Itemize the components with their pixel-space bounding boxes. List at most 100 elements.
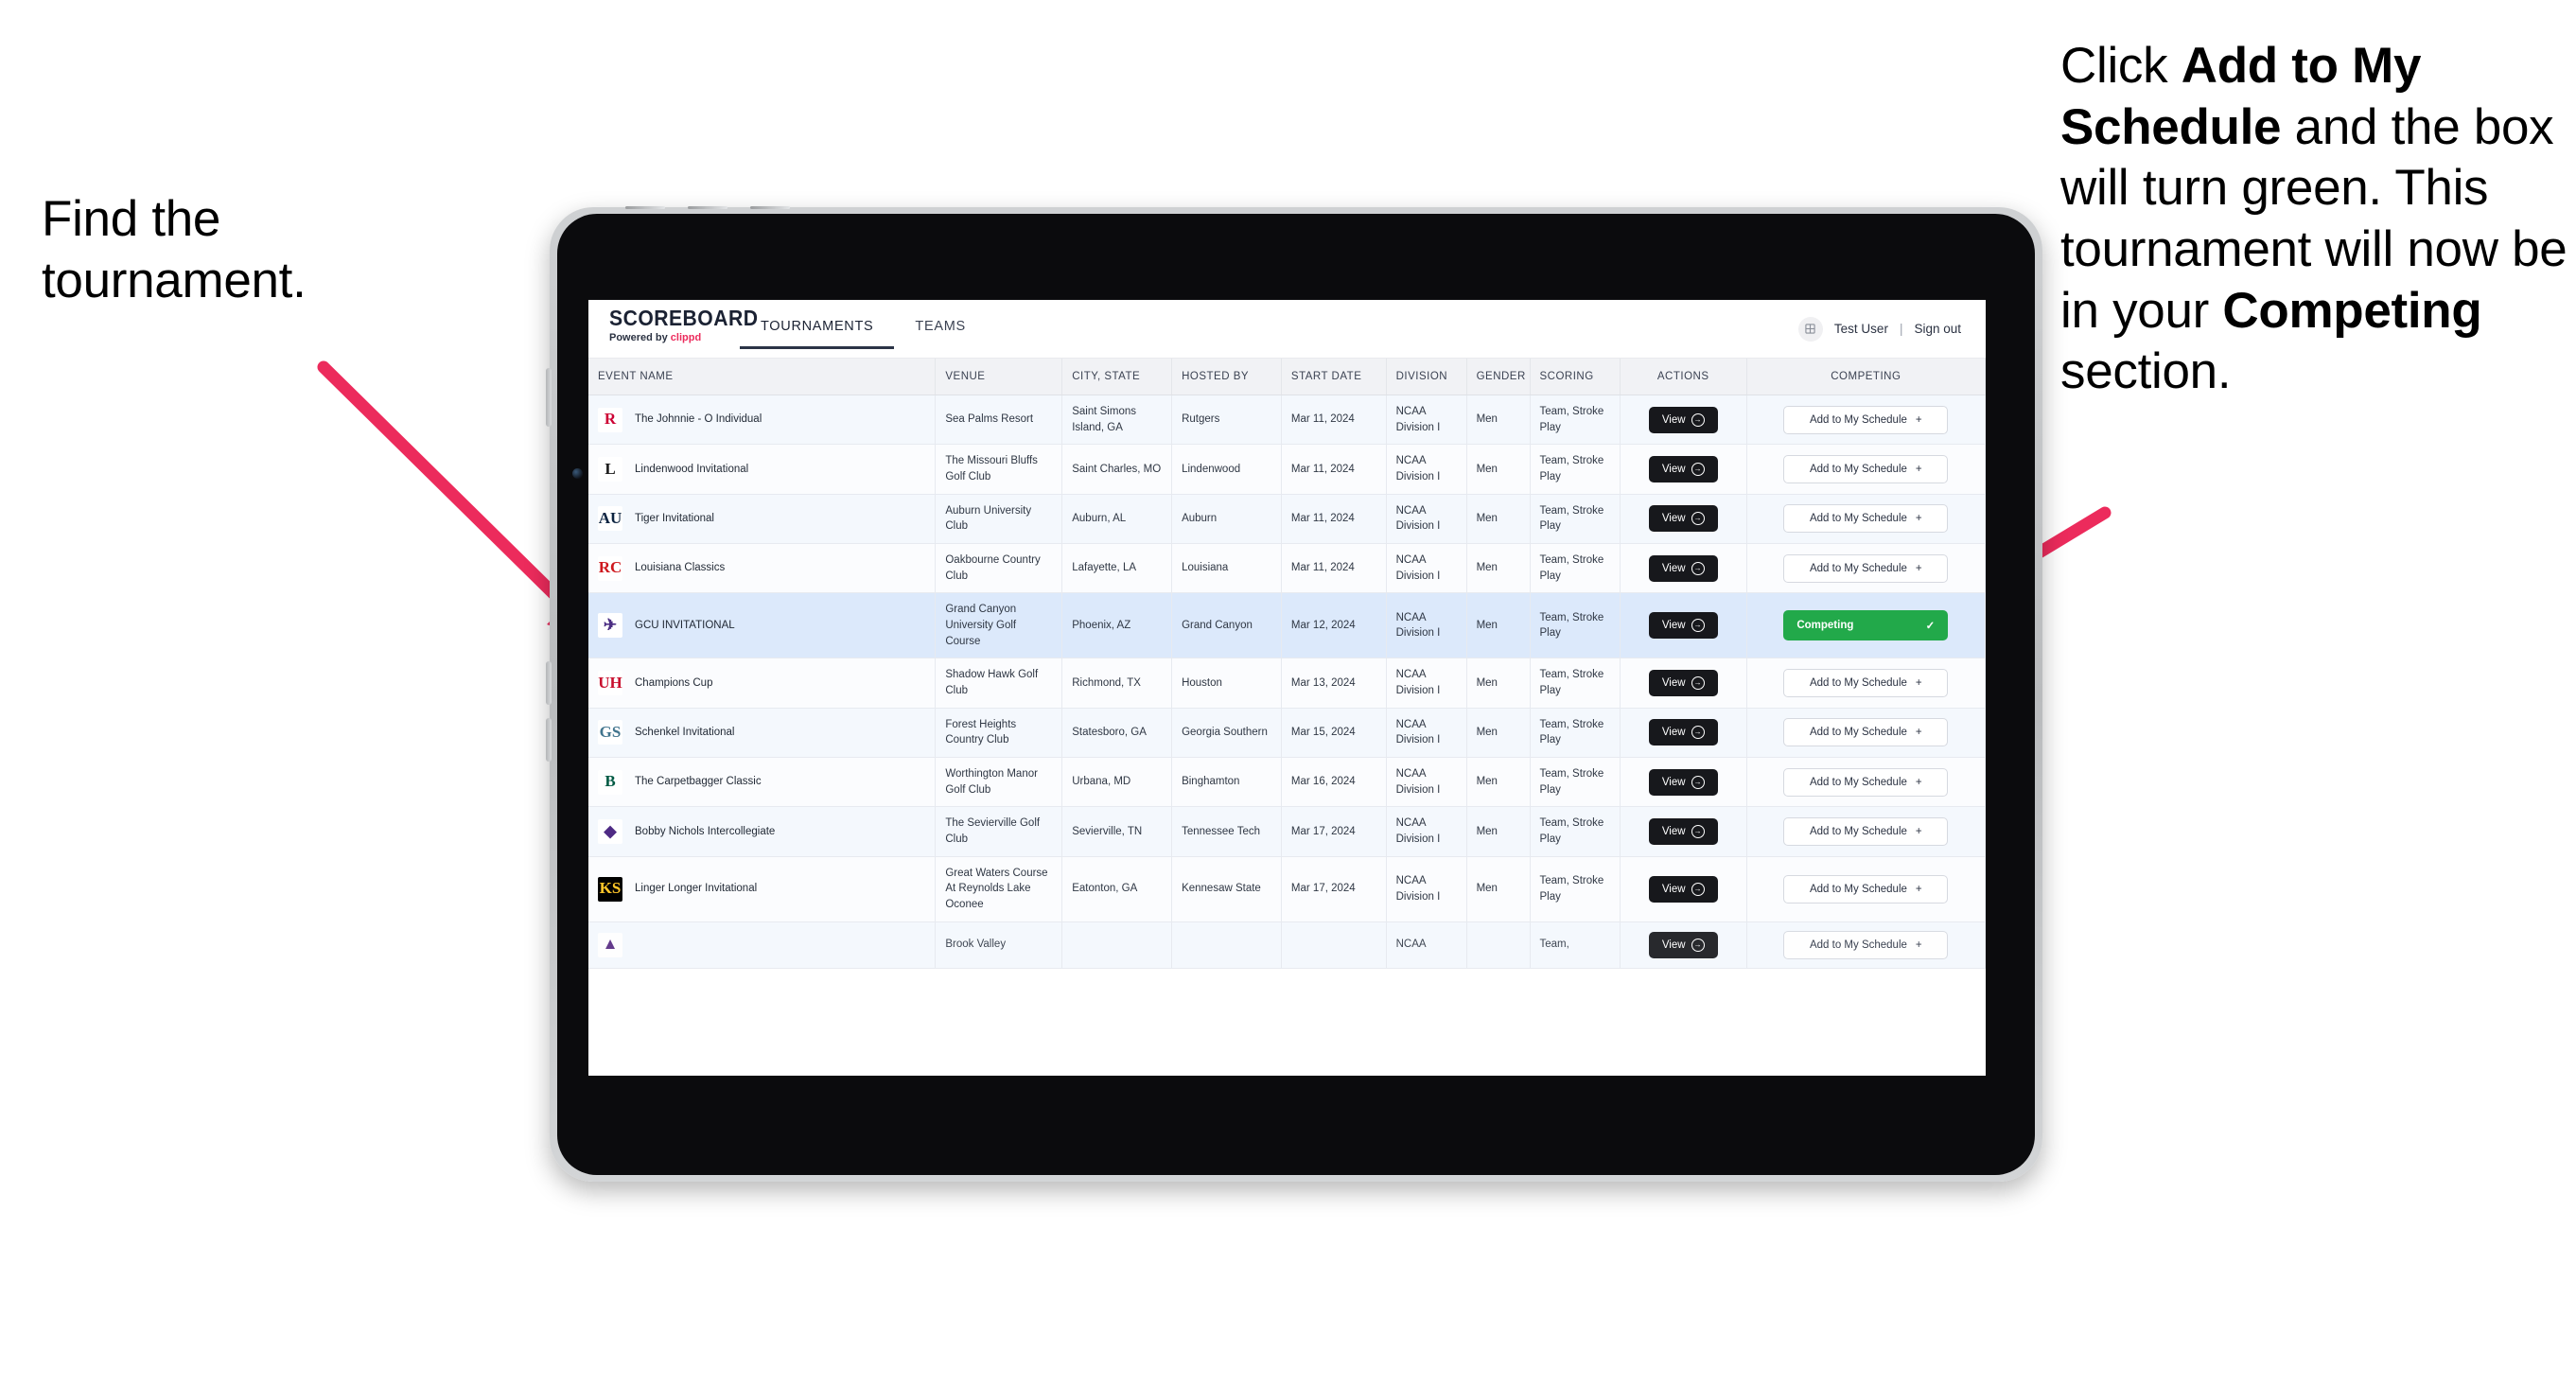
table-row[interactable]: AU Tiger Invitational Auburn University Cl…: [588, 494, 1986, 545]
table-row[interactable]: RC Louisiana Classics Oakbourne Country Cl…: [588, 543, 1986, 594]
tournaments-table-scroll[interactable]: EVENT NAME VENUE CITY, STATE HOSTED BY S…: [588, 359, 1986, 1076]
app-viewport: SCOREBOARD Powered by clippd TOURNAMENTS…: [588, 300, 1986, 1076]
col-city-state: CITY, STATE: [1061, 359, 1173, 395]
col-hosted-by: HOSTED BY: [1171, 359, 1282, 395]
table-row[interactable]: R The Johnnie - O Individual Sea Palms Res…: [588, 395, 1986, 446]
col-scoring: SCORING: [1530, 359, 1621, 395]
arrow-right-circle-icon: →: [1691, 775, 1705, 789]
sign-out-link[interactable]: Sign out: [1914, 322, 1961, 336]
cell-venue: The Sevierville Golf Club: [935, 806, 1063, 857]
add-to-my-schedule-button[interactable]: Add to My Schedule +: [1783, 817, 1949, 847]
view-button[interactable]: View →: [1648, 406, 1718, 433]
cell-venue: Auburn University Club: [935, 494, 1063, 545]
brand-logo[interactable]: SCOREBOARD Powered by clippd: [588, 300, 758, 358]
cell-actions: View →: [1620, 395, 1747, 446]
table-row[interactable]: ▲ Brook Valley NCAA Team, View → Add to My Sch…: [588, 921, 1986, 969]
team-logo-icon: AU: [598, 506, 622, 532]
plus-icon: +: [1915, 513, 1922, 525]
cell-gender: Men: [1466, 444, 1531, 495]
add-to-my-schedule-button[interactable]: Add to My Schedule +: [1783, 669, 1949, 698]
view-button[interactable]: View →: [1648, 931, 1718, 958]
col-start-date: START DATE: [1281, 359, 1387, 395]
view-button[interactable]: View →: [1648, 670, 1718, 697]
view-button[interactable]: View →: [1648, 768, 1718, 796]
col-actions: ACTIONS: [1620, 359, 1747, 395]
table-row[interactable]: KS Linger Longer Invitational Great Waters…: [588, 856, 1986, 922]
table-row[interactable]: B The Carpetbagger Classic Worthington Man…: [588, 757, 1986, 808]
cell-hosted-by: Binghamton: [1171, 757, 1282, 808]
grid-icon[interactable]: [1797, 316, 1823, 342]
view-button[interactable]: View →: [1648, 875, 1718, 903]
cell-event-name: ▲: [588, 921, 937, 969]
view-button[interactable]: View →: [1648, 719, 1718, 746]
cell-actions: View →: [1620, 592, 1747, 659]
cell-competing: Add to My Schedule +: [1746, 543, 1986, 594]
power-button[interactable]: [546, 368, 552, 427]
volume-up-button[interactable]: [546, 661, 552, 705]
cell-event-name: AU Tiger Invitational: [588, 494, 937, 545]
cell-division: NCAA: [1386, 921, 1467, 969]
event-cell: ◆ Bobby Nichols Intercollegiate: [598, 819, 925, 845]
cell-hosted-by: Lindenwood: [1171, 444, 1282, 495]
tab-tournaments[interactable]: TOURNAMENTS: [740, 319, 894, 349]
cell-city-state: Eatonton, GA: [1061, 856, 1173, 922]
event-name-label: GCU INVITATIONAL: [635, 620, 735, 632]
table-row[interactable]: ✈ GCU INVITATIONAL Grand Canyon University…: [588, 592, 1986, 659]
add-to-my-schedule-button[interactable]: Add to My Schedule +: [1783, 553, 1949, 583]
annotation-left-line1: Find the: [42, 191, 221, 247]
cell-competing: Add to My Schedule +: [1746, 921, 1986, 969]
team-logo-icon: KS: [598, 876, 622, 902]
add-to-my-schedule-button[interactable]: Add to My Schedule +: [1783, 455, 1949, 484]
annotation-right-bold2: Competing: [2222, 282, 2482, 339]
view-button[interactable]: View →: [1648, 505, 1718, 533]
plus-icon: +: [1915, 883, 1922, 895]
cell-hosted-by: Georgia Southern: [1171, 708, 1282, 759]
view-button[interactable]: View →: [1648, 554, 1718, 582]
competing-button[interactable]: Competing ✓: [1783, 610, 1949, 641]
cell-city-state: Statesboro, GA: [1061, 708, 1173, 759]
cell-gender: Men: [1466, 395, 1531, 446]
team-logo-icon: GS: [598, 720, 622, 746]
add-to-my-schedule-button[interactable]: Add to My Schedule +: [1783, 718, 1949, 747]
view-button[interactable]: View →: [1648, 818, 1718, 846]
view-button[interactable]: View →: [1648, 612, 1718, 640]
cell-event-name: R The Johnnie - O Individual: [588, 395, 937, 446]
tab-teams[interactable]: TEAMS: [894, 319, 986, 349]
table-row[interactable]: UH Champions Cup Shadow Hawk Golf Club Rich…: [588, 658, 1986, 709]
brand-subtitle: Powered by clippd: [609, 332, 740, 343]
cell-scoring: Team, Stroke Play: [1530, 658, 1621, 709]
add-to-my-schedule-button[interactable]: Add to My Schedule +: [1783, 767, 1949, 797]
cell-venue: Oakbourne Country Club: [935, 543, 1063, 594]
tournaments-table: EVENT NAME VENUE CITY, STATE HOSTED BY S…: [588, 359, 1986, 969]
col-venue: VENUE: [935, 359, 1063, 395]
table-row[interactable]: GS Schenkel Invitational Forest Heights Co…: [588, 708, 1986, 759]
add-to-my-schedule-button[interactable]: Add to My Schedule +: [1783, 874, 1949, 904]
arrow-right-circle-icon: →: [1691, 619, 1705, 633]
cell-venue: Brook Valley: [935, 921, 1063, 969]
cell-hosted-by: Kennesaw State: [1171, 856, 1282, 922]
cell-start-date: Mar 12, 2024: [1281, 592, 1387, 659]
cell-actions: View →: [1620, 658, 1747, 709]
add-to-my-schedule-button[interactable]: Add to My Schedule +: [1783, 405, 1949, 434]
cell-start-date: [1281, 921, 1387, 969]
annotation-left: Find the tournament.: [42, 189, 448, 311]
cell-city-state: [1061, 921, 1173, 969]
volume-down-button[interactable]: [546, 718, 552, 762]
event-cell: ▲: [598, 932, 925, 957]
cell-city-state: Phoenix, AZ: [1061, 592, 1173, 659]
check-icon: ✓: [1925, 621, 1936, 633]
speaker-grille: [750, 206, 790, 209]
view-button-label: View: [1661, 883, 1686, 895]
add-to-my-schedule-button[interactable]: Add to My Schedule +: [1783, 930, 1949, 959]
add-to-my-schedule-button[interactable]: Add to My Schedule +: [1783, 504, 1949, 534]
event-cell: ✈ GCU INVITATIONAL: [598, 613, 925, 639]
cell-venue: Worthington Manor Golf Club: [935, 757, 1063, 808]
event-cell: B The Carpetbagger Classic: [598, 769, 925, 795]
table-row[interactable]: ◆ Bobby Nichols Intercollegiate The Sevier…: [588, 806, 1986, 857]
table-row[interactable]: L Lindenwood Invitational The Missouri Blu…: [588, 444, 1986, 495]
cell-division: NCAA Division I: [1386, 494, 1467, 545]
add-to-my-schedule-label: Add to My Schedule: [1809, 939, 1907, 951]
cell-start-date: Mar 11, 2024: [1281, 543, 1387, 594]
cell-hosted-by: Grand Canyon: [1171, 592, 1282, 659]
view-button[interactable]: View →: [1648, 456, 1718, 483]
